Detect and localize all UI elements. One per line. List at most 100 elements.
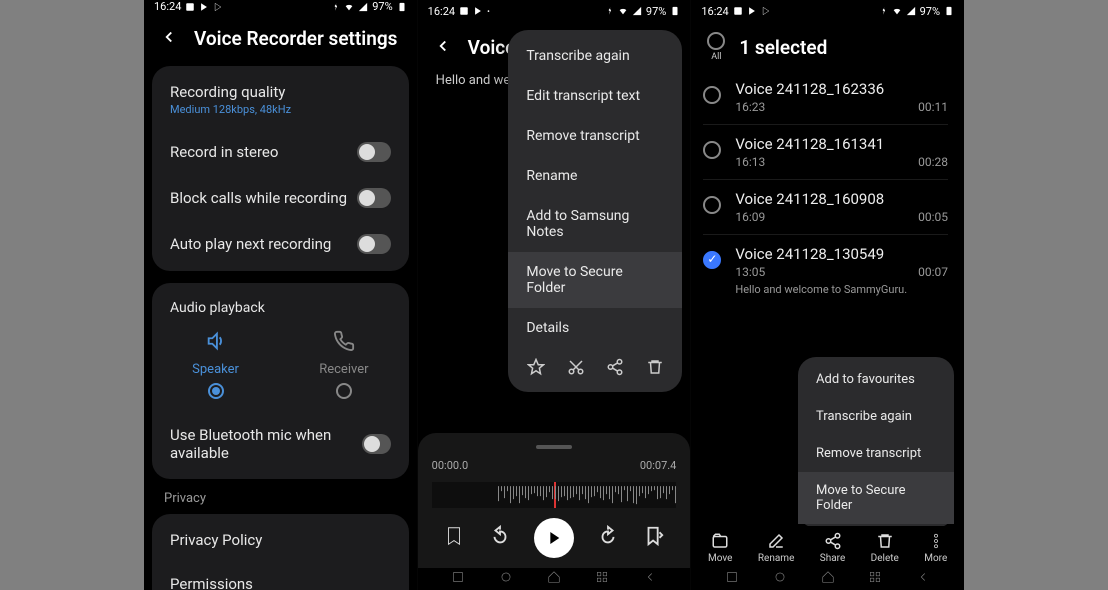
signal-icon — [906, 6, 916, 16]
recording-checkbox[interactable] — [703, 251, 721, 269]
speaker-option[interactable]: Speaker — [192, 330, 239, 399]
block-calls-row[interactable]: Block calls while recording — [152, 175, 409, 221]
bookmark-button[interactable] — [443, 525, 465, 551]
recording-time: 16:23 — [735, 100, 765, 114]
recording-checkbox[interactable] — [703, 196, 721, 214]
image-icon — [733, 6, 743, 16]
menu-transcribe-again[interactable]: Transcribe again — [508, 36, 682, 76]
nav-camera-icon[interactable] — [499, 569, 513, 588]
privacy-policy-row[interactable]: Privacy Policy — [152, 518, 409, 562]
play-icon — [761, 6, 771, 16]
menu-transcribe-again[interactable]: Transcribe again — [798, 398, 954, 435]
play-icon — [199, 2, 209, 12]
menu-rename[interactable]: Rename — [508, 156, 682, 196]
nav-apps-icon[interactable] — [868, 569, 882, 588]
rewind-button[interactable] — [489, 525, 511, 551]
more-button[interactable]: More — [924, 532, 947, 564]
recording-name: Voice 241128_130549 — [735, 245, 948, 263]
share-icon[interactable] — [606, 358, 624, 380]
image-icon — [459, 6, 469, 16]
nav-back-icon[interactable] — [643, 569, 657, 588]
audio-playback-label: Audio playback — [152, 287, 409, 322]
recording-time: 13:05 — [735, 265, 765, 279]
nav-recents-icon[interactable] — [725, 569, 739, 588]
move-button[interactable]: Move — [708, 532, 732, 564]
block-calls-toggle[interactable] — [357, 188, 391, 208]
nav-back-icon[interactable] — [916, 569, 930, 588]
recording-duration: 00:05 — [918, 210, 948, 224]
recording-time: 16:09 — [735, 210, 765, 224]
delete-button[interactable]: Delete — [871, 532, 899, 564]
menu-add-favourites[interactable]: Add to favourites — [798, 361, 954, 398]
battery-icon — [944, 6, 954, 16]
status-time: 16:24 — [701, 5, 728, 18]
auto-play-toggle[interactable] — [357, 234, 391, 254]
nav-recents-icon[interactable] — [451, 569, 465, 588]
recording-item[interactable]: Voice 241128_162336 16:23 00:11 — [703, 70, 948, 125]
battery-pct: 97% — [372, 0, 392, 13]
privacy-section-label: Privacy — [144, 485, 417, 508]
battery-pct: 97% — [646, 5, 666, 18]
rename-button[interactable]: Rename — [758, 532, 795, 564]
selection-screen: 16:24 97% All 1 selected Voice 241128_16… — [690, 0, 964, 590]
wifi-icon — [344, 2, 354, 12]
use-bt-row[interactable]: Use Bluetooth mic when available — [152, 413, 409, 475]
forward-button[interactable] — [597, 525, 619, 551]
nav-home-icon[interactable] — [547, 569, 561, 588]
back-button[interactable] — [160, 28, 178, 50]
battery-pct: 97% — [920, 5, 940, 18]
vibrate-icon — [330, 2, 340, 12]
trim-icon[interactable] — [567, 358, 585, 380]
signal-icon — [632, 6, 642, 16]
use-bt-toggle[interactable] — [362, 434, 391, 454]
recording-duration: 00:11 — [918, 100, 948, 114]
recording-checkbox[interactable] — [703, 86, 721, 104]
status-time: 16:24 — [154, 0, 181, 13]
menu-remove-transcript[interactable]: Remove transcript — [508, 116, 682, 156]
back-button[interactable] — [434, 37, 452, 59]
menu-details[interactable]: Details — [508, 308, 682, 348]
delete-icon[interactable] — [646, 358, 664, 380]
menu-add-to-notes[interactable]: Add to Samsung Notes — [508, 196, 682, 252]
nav-apps-icon[interactable] — [595, 569, 609, 588]
select-all-checkbox[interactable]: All — [707, 32, 725, 62]
menu-remove-transcript[interactable]: Remove transcript — [798, 435, 954, 472]
wifi-icon — [618, 6, 628, 16]
recording-item[interactable]: Voice 241128_130549 13:0500:07 Hello and… — [703, 235, 948, 306]
auto-play-row[interactable]: Auto play next recording — [152, 221, 409, 267]
context-menu: Transcribe again Edit transcript text Re… — [508, 30, 682, 392]
recording-item[interactable]: Voice 241128_161341 16:1300:28 — [703, 125, 948, 180]
recording-item[interactable]: Voice 241128_160908 16:0900:05 — [703, 180, 948, 235]
image-icon — [185, 2, 195, 12]
drag-handle[interactable] — [536, 445, 572, 449]
receiver-radio[interactable] — [336, 383, 352, 399]
nav-home-icon[interactable] — [821, 569, 835, 588]
recording-name: Voice 241128_161341 — [735, 135, 948, 153]
receiver-option[interactable]: Receiver — [319, 330, 368, 399]
speaker-radio[interactable] — [208, 383, 224, 399]
record-stereo-row[interactable]: Record in stereo — [152, 129, 409, 175]
context-menu: Add to favourites Transcribe again Remov… — [798, 357, 954, 528]
play-button[interactable] — [534, 518, 574, 558]
share-button[interactable]: Share — [820, 532, 845, 564]
recording-duration: 00:07 — [918, 265, 948, 279]
menu-move-secure-folder[interactable]: Move to Secure Folder — [508, 252, 682, 308]
play-icon — [473, 6, 483, 16]
nav-bar — [418, 568, 691, 590]
save-bookmark-button[interactable] — [643, 525, 665, 551]
menu-edit-transcript[interactable]: Edit transcript text — [508, 76, 682, 116]
record-stereo-toggle[interactable] — [357, 142, 391, 162]
recording-checkbox[interactable] — [703, 141, 721, 159]
total-time: 00:07.4 — [640, 459, 676, 472]
favourite-icon[interactable] — [527, 358, 545, 380]
play-icon — [213, 2, 223, 12]
waveform[interactable] — [432, 482, 677, 508]
recording-name: Voice 241128_162336 — [735, 80, 948, 98]
more-dot: • — [487, 7, 490, 16]
recording-quality-row[interactable]: Recording quality Medium 128kbps, 48kHz — [152, 70, 409, 129]
menu-move-secure-folder[interactable]: Move to Secure Folder — [798, 472, 954, 524]
permissions-row[interactable]: Permissions — [152, 562, 409, 590]
recording-quality-value: Medium 128kbps, 48kHz — [170, 103, 291, 116]
nav-camera-icon[interactable] — [773, 569, 787, 588]
signal-icon — [358, 2, 368, 12]
